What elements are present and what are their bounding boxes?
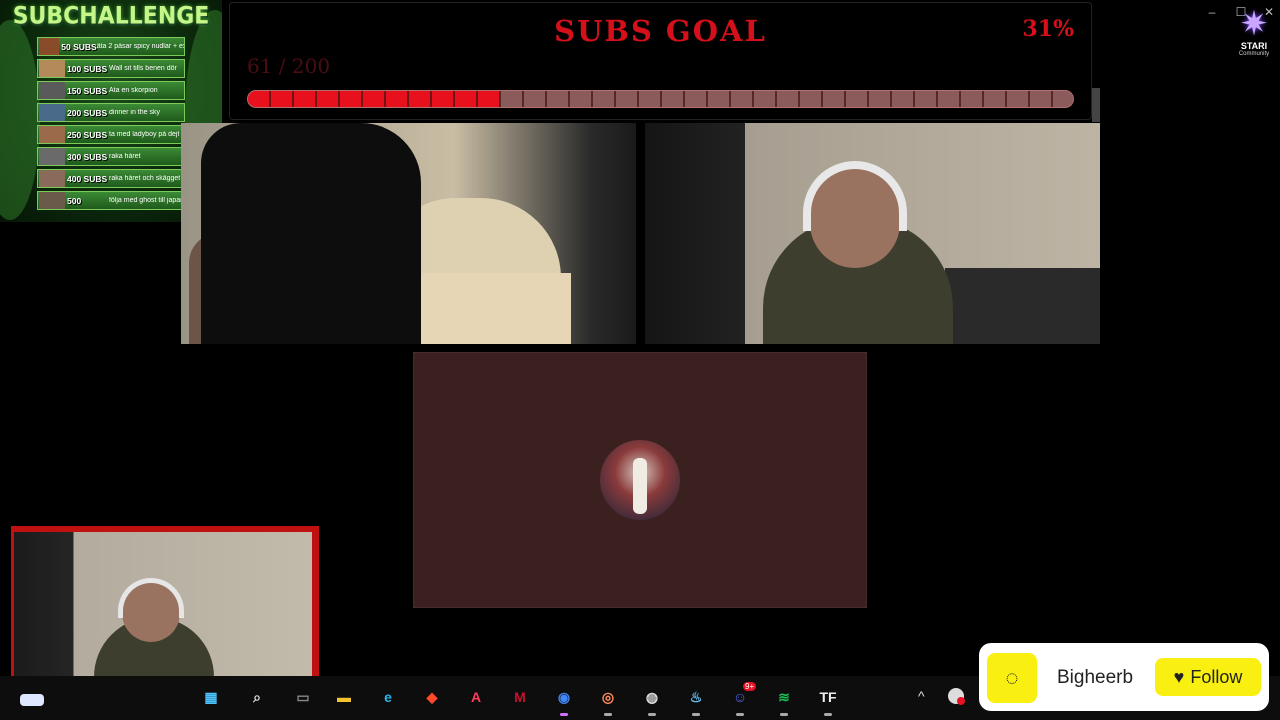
subchallenge-item: 250 SUBS ta med ladyboy på dejt (37, 125, 185, 144)
star-logo-icon: ✷ (1239, 5, 1269, 43)
subchallenge-item: 400 SUBS raka håret och skägget (37, 169, 185, 188)
subchallenge-item-desc: följa med ghost till japan (108, 197, 184, 204)
running-indicator (692, 713, 700, 716)
search-icon[interactable]: ⌕ (244, 684, 270, 710)
subchallenge-item: 500 följa med ghost till japan (37, 191, 185, 210)
minimize-icon[interactable]: – (1205, 6, 1219, 18)
running-indicator (560, 713, 568, 716)
heart-icon: ♥ (1173, 666, 1185, 687)
edge-icon[interactable]: e (375, 684, 401, 710)
subchallenge-item-subs: 300 SUBS (67, 151, 108, 162)
subchallenge-item-subs: 50 SUBS (61, 41, 97, 52)
camera-feed-bedroom (181, 123, 636, 344)
logo-name: STARI (1240, 41, 1268, 51)
subchallenge-item-desc: dinner in the sky (109, 109, 160, 116)
subchallenge-item: 50 SUBSäta 2 påsar spicy nudlar + extra … (37, 37, 185, 56)
spotify-icon[interactable]: ≋ (771, 684, 797, 710)
camera-feed-streamer (645, 123, 1100, 344)
subchallenge-item-subs: 250 SUBS (67, 129, 108, 140)
follow-button-label: Follow (1190, 666, 1243, 687)
scorpion-icon (39, 82, 65, 99)
headphones-image (803, 161, 907, 231)
obs-icon[interactable]: ◍ (639, 684, 665, 710)
logo-subtitle: Community (1238, 51, 1270, 57)
subchallenge-item-subs: 500 (66, 195, 82, 206)
subchallenge-item: 300 SUBS raka håret (37, 147, 185, 166)
widgets-icon[interactable] (20, 694, 44, 706)
sky-dinner-icon (39, 104, 65, 121)
start-icon[interactable]: ▦ (198, 684, 224, 710)
headphones-image (118, 578, 184, 618)
razor-icon (39, 148, 65, 165)
tray-chevron-icon[interactable]: ^ (918, 688, 932, 704)
subchallenge-item-subs: 200 SUBS (67, 107, 108, 118)
subchallenge-item-desc: ta med ladyboy på dejt (109, 131, 180, 138)
subchallenge-item-desc: raka håret (109, 153, 141, 160)
running-indicator (604, 713, 612, 716)
task-view-icon[interactable]: ▭ (290, 684, 316, 710)
overlay-edge (1092, 88, 1100, 122)
subs-goal-percent: 31% (1022, 16, 1074, 42)
mcafee-icon[interactable]: M (507, 684, 533, 710)
vine-decoration (0, 20, 40, 220)
noodles-icon (39, 38, 60, 55)
wall-sit-icon (39, 60, 65, 77)
webcam-feed (14, 532, 312, 690)
date-icon (39, 126, 65, 143)
subs-goal-progress-bar (247, 90, 1074, 108)
snapchat-username: Bigheerb (1057, 667, 1134, 688)
subchallenge-item: 200 SUBS dinner in the sky (37, 103, 185, 122)
steam-icon[interactable]: ♨ (683, 684, 709, 710)
avatar-figure (633, 458, 647, 514)
stari-logo: ✷ STARI Community (1232, 6, 1276, 66)
subchallenge-title: SUBCHALLENGE (12, 2, 210, 31)
app-a-icon[interactable]: A (463, 684, 489, 710)
progress-segments (248, 91, 1073, 107)
running-indicator (648, 713, 656, 716)
network-alert-icon (957, 697, 965, 705)
tf-icon[interactable]: TF (815, 684, 841, 710)
subchallenge-item-desc: Äta en skorpion (109, 87, 158, 94)
running-indicator (824, 713, 832, 716)
subchallenge-item-subs: 100 SUBS (67, 63, 108, 74)
app-swirl-icon[interactable]: ◎ (595, 684, 621, 710)
snapchat-ghost-icon: ◌ (987, 653, 1037, 703)
subchallenge-item: 100 SUBS Wall sit tills benen dör (37, 59, 185, 78)
beard-icon (39, 170, 65, 187)
japan-icon (39, 192, 65, 209)
subchallenge-item-subs: 400 SUBS (67, 173, 108, 184)
subs-goal-count: 61 / 200 (247, 54, 331, 78)
app-diamond-icon[interactable]: ◆ (419, 684, 445, 710)
running-indicator (736, 713, 744, 716)
subchallenge-item-desc: äta 2 påsar spicy nudlar + extra chili (96, 43, 184, 50)
file-explorer-icon[interactable]: ▬ (331, 684, 357, 710)
discord-badge: 9+ (743, 682, 757, 691)
couch-image (945, 268, 1100, 344)
subchallenge-item-desc: raka håret och skägget (109, 175, 181, 182)
subchallenge-item-desc: Wall sit tills benen dör (109, 65, 177, 72)
running-indicator (780, 713, 788, 716)
subchallenge-item: 150 SUBS Äta en skorpion (37, 81, 185, 100)
subchallenge-item-subs: 150 SUBS (67, 85, 108, 96)
follow-button[interactable]: ♥ Follow (1155, 658, 1261, 696)
profile-avatar[interactable] (600, 440, 680, 520)
subs-goal-panel: SUBS GOAL 31% 61 / 200 (229, 2, 1092, 120)
person-image (201, 123, 421, 344)
chrome-icon[interactable]: ◉ (551, 684, 577, 710)
subs-goal-title: SUBS GOAL (554, 14, 767, 48)
